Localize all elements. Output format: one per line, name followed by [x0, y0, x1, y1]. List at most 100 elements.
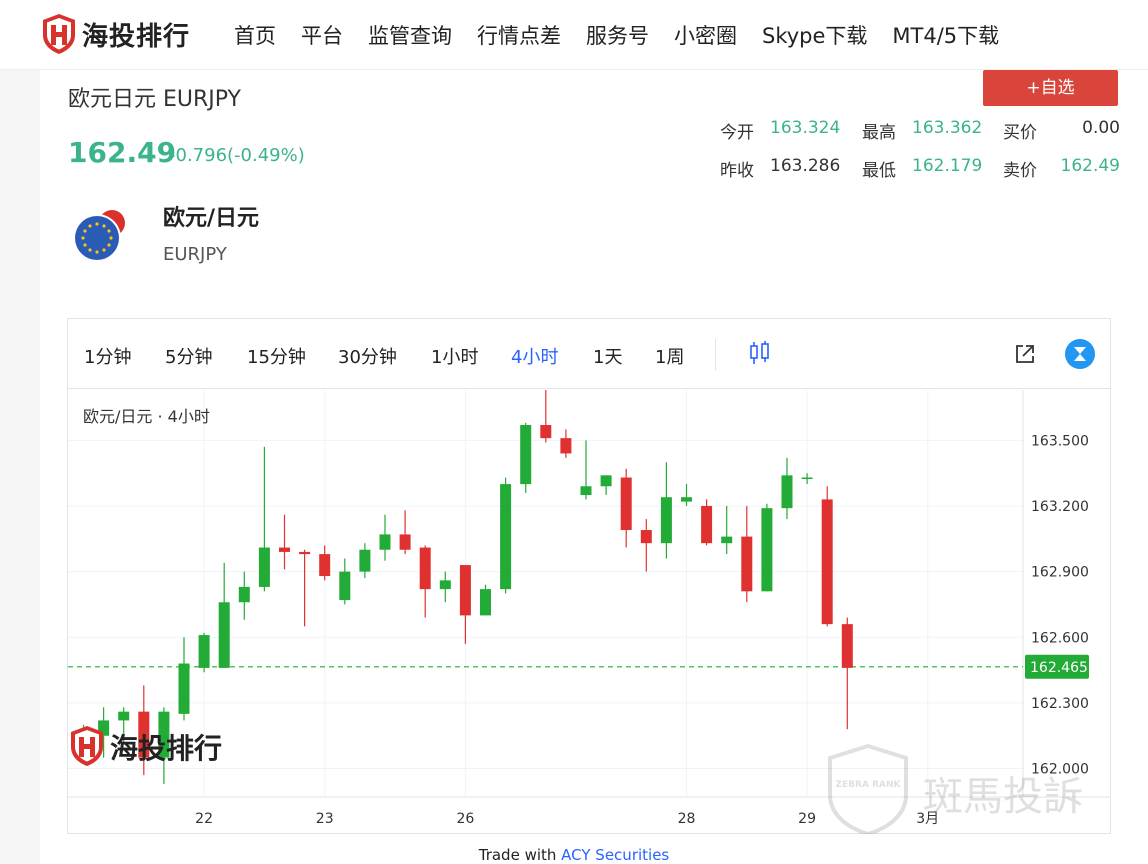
- price-tick-label: 162.300: [1031, 696, 1089, 712]
- nav-item-skype[interactable]: Skype下载: [762, 20, 867, 50]
- chart-legend: 欧元/日元 · 4小时: [83, 407, 210, 426]
- footer-prefix: Trade with: [478, 846, 562, 864]
- last-price-label: 162.465: [1030, 660, 1088, 676]
- high-label: 最高: [862, 123, 896, 143]
- time-tick-label: 22: [195, 811, 213, 827]
- time-tick-label: 23: [316, 811, 334, 827]
- candle-style-icon[interactable]: [749, 340, 771, 366]
- shield-logo-icon: [43, 14, 75, 54]
- candle-body: [520, 425, 532, 485]
- nav-item-mt45[interactable]: MT4/5下载: [892, 20, 999, 50]
- high-value: 163.362: [912, 118, 983, 138]
- time-tick-label: 28: [678, 811, 696, 827]
- time-axis: 22 23 26 28 29 3月: [195, 811, 939, 827]
- chart-toolbar: 1分钟 5分钟 15分钟 30分钟 1小时 4小时 1天 1周: [68, 319, 1110, 389]
- nav-item-circle[interactable]: 小密圈: [674, 20, 737, 50]
- timeframe-4h[interactable]: 4小时: [511, 343, 558, 369]
- candle-body: [701, 505, 713, 544]
- candle-body: [560, 438, 572, 454]
- candle-body: [359, 549, 371, 572]
- candle-body: [218, 602, 230, 668]
- price-tick-label: 163.200: [1031, 499, 1089, 515]
- main-nav: 首页 平台 监管查询 行情点差 服务号 小密圈 Skype下载 MT4/5下载: [234, 20, 1024, 50]
- chart-widget: 1分钟 5分钟 15分钟 30分钟 1小时 4小时 1天 1周 162.000 …: [67, 318, 1111, 837]
- candle-body: [339, 571, 351, 601]
- time-tick-label: 26: [456, 811, 474, 827]
- top-navigation: 海投排行 首页 平台 监管查询 行情点差 服务号 小密圈 Skype下载 MT4…: [0, 0, 1148, 70]
- open-value: 163.324: [770, 118, 841, 138]
- candle-body: [459, 565, 471, 616]
- candle-body: [600, 475, 612, 487]
- toolbar-divider: [715, 339, 716, 371]
- candle-body: [660, 497, 672, 544]
- candle-body: [439, 580, 451, 590]
- candle-body: [480, 589, 491, 616]
- candle-body: [821, 499, 833, 625]
- prev-close-value: 163.286: [770, 156, 841, 176]
- candle-body: [118, 711, 130, 721]
- timeframe-5m[interactable]: 5分钟: [165, 343, 212, 369]
- timeframe-1w[interactable]: 1周: [655, 343, 684, 369]
- candle-body: [640, 530, 652, 544]
- candle-body: [721, 536, 733, 544]
- bid-label: 买价: [1003, 123, 1037, 143]
- candle-body: [741, 536, 753, 592]
- brand-logo[interactable]: 海投排行: [42, 13, 190, 55]
- brand-name: 海投排行: [82, 21, 191, 52]
- candle-body: [379, 534, 391, 550]
- candle-body: [801, 477, 813, 480]
- nav-item-home[interactable]: 首页: [234, 20, 276, 50]
- nav-item-quotes[interactable]: 行情点差: [477, 20, 561, 50]
- timeframe-15m[interactable]: 15分钟: [247, 343, 306, 369]
- nav-item-platform[interactable]: 平台: [301, 20, 343, 50]
- brand-watermark: 海投排行: [71, 726, 222, 766]
- candle-body: [198, 635, 210, 668]
- price-tick-label: 162.900: [1031, 565, 1089, 581]
- candle-body: [319, 554, 331, 576]
- candle-body: [540, 425, 552, 439]
- quote-stats: 今开 163.324 最高 163.362 买价 0.00 昨收 163.286…: [720, 118, 1120, 194]
- low-value: 162.179: [912, 156, 983, 176]
- pair-name: 欧元/日元: [163, 206, 260, 231]
- prev-close-label: 昨收: [720, 161, 754, 181]
- symbol-title: 欧元日元 EURJPY: [68, 87, 241, 112]
- chart-plot-area[interactable]: 162.000 162.300 162.600 162.900 163.200 163.5…: [68, 390, 1110, 837]
- timeframe-1m[interactable]: 1分钟: [84, 343, 131, 369]
- pair-code: EURJPY: [163, 244, 227, 265]
- candle-body: [681, 497, 692, 502]
- zebra-watermark-text: 斑馬投訴: [923, 774, 1083, 820]
- bid-value: 0.00: [1082, 118, 1120, 138]
- timeframe-30m[interactable]: 30分钟: [338, 343, 397, 369]
- nav-item-service[interactable]: 服务号: [586, 20, 649, 50]
- ask-label: 卖价: [1003, 161, 1037, 181]
- add-favorite-button[interactable]: +自选: [983, 70, 1118, 106]
- candle-body: [279, 547, 290, 552]
- current-price: 162.49: [68, 136, 177, 169]
- zebra-watermark: ZEBRA RANK 斑馬投訴: [828, 743, 1083, 837]
- acy-securities-link[interactable]: ACY Securities: [561, 846, 669, 864]
- candle-body: [761, 508, 773, 592]
- watermark-brand-text: 海投排行: [110, 732, 222, 765]
- eur-jpy-flag-icon: [73, 209, 126, 262]
- price-axis: 162.000162.300162.600162.900163.200163.5…: [1025, 433, 1089, 778]
- price-tick-label: 162.600: [1031, 630, 1089, 646]
- candle-body: [419, 547, 431, 590]
- candlestick-chart[interactable]: 162.000162.300162.600162.900163.200163.5…: [68, 390, 1110, 837]
- time-tick-label: 29: [798, 811, 816, 827]
- chart-footer: Trade with ACY Securities: [0, 846, 1148, 864]
- candle-body: [238, 586, 250, 603]
- zebra-badge-text: ZEBRA RANK: [836, 780, 902, 790]
- low-label: 最低: [862, 161, 896, 181]
- timeframe-1h[interactable]: 1小时: [431, 343, 478, 369]
- candle-body: [299, 551, 311, 555]
- replay-hourglass-icon[interactable]: [1064, 338, 1096, 370]
- quote-card: 欧元日元 EURJPY +自选 162.49 -0.796(-0.49%) 今开…: [40, 70, 1148, 864]
- price-tick-label: 163.500: [1031, 433, 1089, 449]
- open-label: 今开: [720, 123, 754, 143]
- nav-item-regulation[interactable]: 监管查询: [368, 20, 452, 50]
- external-link-icon[interactable]: [1014, 343, 1036, 365]
- timeframe-1d[interactable]: 1天: [593, 343, 622, 369]
- candle-body: [781, 475, 793, 509]
- candle-body: [258, 547, 270, 587]
- price-change: -0.796(-0.49%): [169, 145, 305, 166]
